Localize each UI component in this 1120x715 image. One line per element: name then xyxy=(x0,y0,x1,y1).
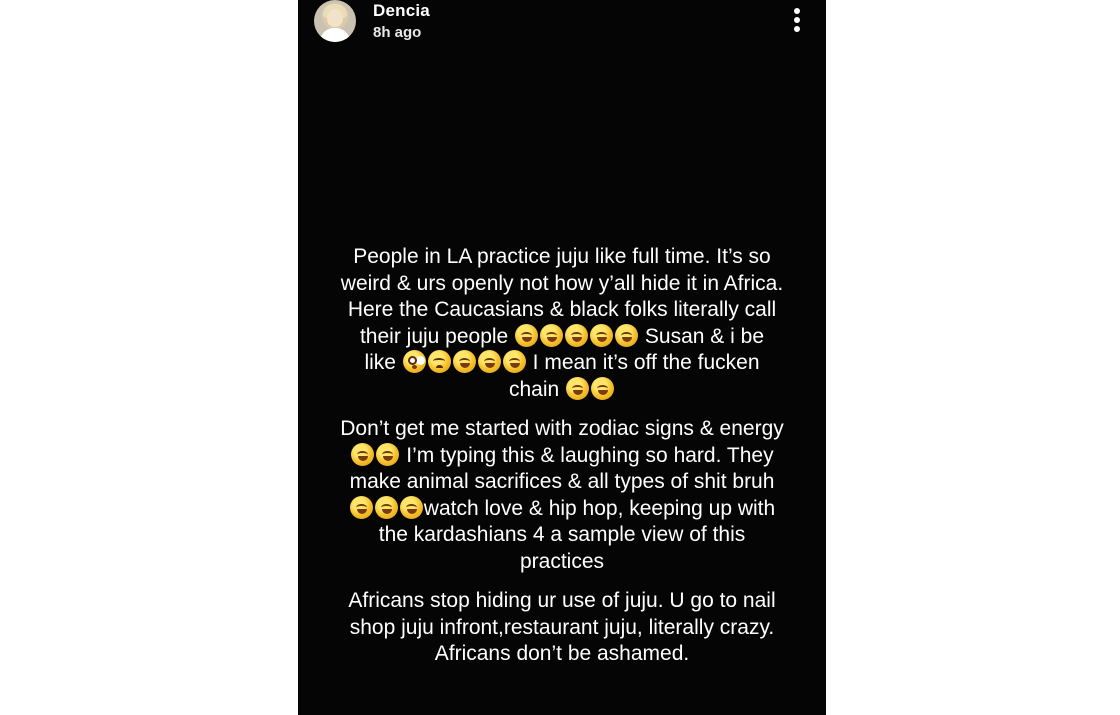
caption-line: Africans don’t be ashamed. xyxy=(434,642,690,665)
laughing-emoji-icon xyxy=(452,350,476,373)
caption-line: weird & urs openly not how y’all hide it… xyxy=(340,271,784,295)
caption-text: watch love & hip hop, keeping up with xyxy=(423,496,776,520)
caption-line: practices xyxy=(519,549,605,573)
story-caption: People in LA practice juju like full tim… xyxy=(312,244,812,668)
caption-text: their juju people xyxy=(359,324,509,348)
caption-line: watch love & hip hop, keeping up with xyxy=(312,495,812,523)
laughing-emoji-icon xyxy=(591,376,615,400)
more-vertical-icon xyxy=(794,26,800,32)
caption-line: Here the Caucasians & black folks litera… xyxy=(347,298,777,321)
avatar-body xyxy=(320,28,350,42)
caption-line: their juju people Susan & i be xyxy=(312,323,812,351)
caption-paragraph-3: Africans stop hiding ur use of juju. U g… xyxy=(312,588,812,668)
story-header: Dencia 8h ago xyxy=(298,0,826,52)
laughing-emoji-icon xyxy=(515,323,539,347)
caption-line: shop juju infront,restaurant juju, liter… xyxy=(349,615,775,639)
caption-paragraph-1: People in LA practice juju like full tim… xyxy=(312,244,812,403)
laughing-emoji-icon xyxy=(374,495,398,519)
laughing-emoji-icon xyxy=(615,323,639,347)
laughing-emoji-icon xyxy=(477,350,501,373)
caption-text: chain xyxy=(508,377,560,401)
laughing-emoji-icon xyxy=(349,495,373,519)
caption-paragraph-2: Don’t get me started with zodiac signs &… xyxy=(312,416,812,575)
caption-line: chain xyxy=(312,376,812,404)
more-vertical-icon xyxy=(794,17,800,23)
caption-text: I’m typing this & laughing so hard. They xyxy=(400,443,774,467)
caption-line: the kardashians 4 a sample view of this xyxy=(378,523,746,546)
avatar-face xyxy=(327,9,343,27)
laughing-emoji-icon xyxy=(399,495,423,519)
laughing-emoji-icon xyxy=(540,323,564,347)
crying-face-emoji-icon xyxy=(427,350,451,373)
story-view[interactable]: Dencia 8h ago People in LA practice juju… xyxy=(298,0,826,715)
caption-line: Africans stop hiding ur use of juju. U g… xyxy=(348,589,776,612)
caption-text: I mean it’s off the fucken xyxy=(526,351,760,374)
laughing-emoji-icon xyxy=(565,323,589,347)
laughing-emoji-icon xyxy=(376,442,400,466)
caption-line: make animal sacrifices & all types of sh… xyxy=(349,470,775,493)
caption-text: like xyxy=(364,351,396,374)
caption-line: I’m typing this & laughing so hard. They xyxy=(312,442,812,470)
caption-line: Don’t get me started with zodiac signs &… xyxy=(340,417,784,440)
more-options-button[interactable] xyxy=(785,6,809,36)
caption-line: like I mean it’s off the fucken xyxy=(312,350,812,377)
laughing-emoji-icon xyxy=(566,376,590,400)
laughing-emoji-icon xyxy=(502,350,526,373)
page: Dencia 8h ago People in LA practice juju… xyxy=(0,0,1120,715)
avatar[interactable] xyxy=(314,0,356,42)
username[interactable]: Dencia xyxy=(373,1,430,21)
story-timestamp: 8h ago xyxy=(373,24,422,41)
more-vertical-icon xyxy=(794,8,800,14)
laughing-emoji-icon xyxy=(590,323,614,347)
laughing-emoji-icon xyxy=(351,442,375,466)
caption-text: Susan & i be xyxy=(639,324,765,348)
caption-line: People in LA practice juju like full tim… xyxy=(353,245,771,268)
flushed-face-emoji-icon xyxy=(402,350,426,373)
